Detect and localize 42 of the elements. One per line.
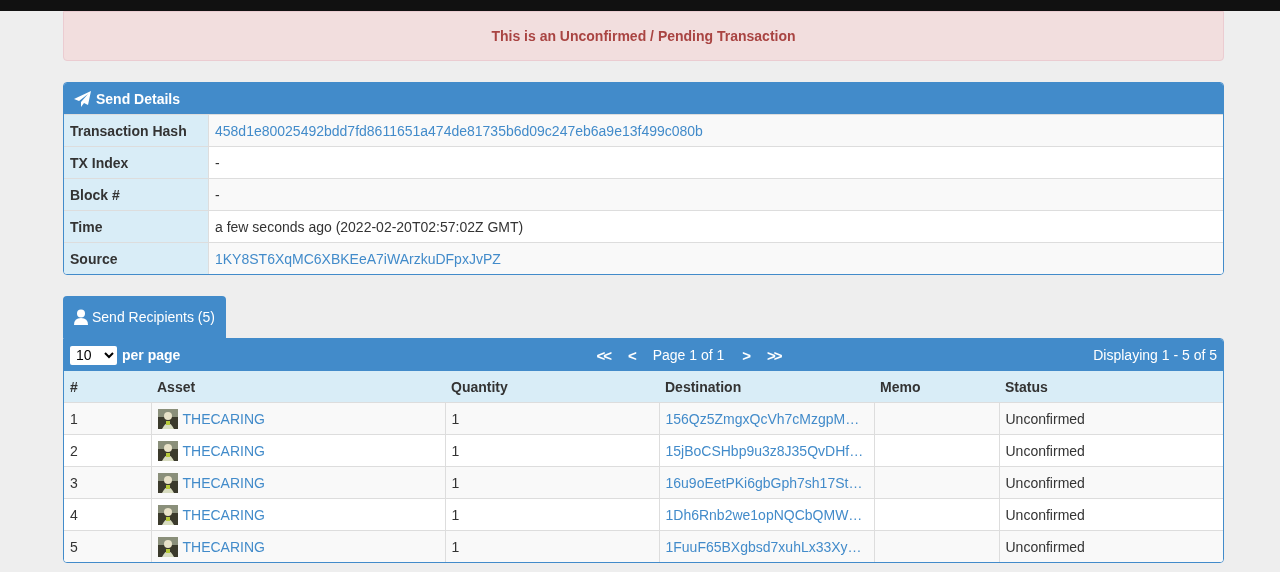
field-label: Source <box>64 242 209 274</box>
per-page-label: per page <box>122 347 181 363</box>
panel-title: Send Details <box>96 90 181 107</box>
destination-link[interactable]: 1Dh6Rnb2we1opNQCbQMW… <box>665 506 863 523</box>
table-cell: 1 <box>445 402 659 435</box>
column-header: Status <box>999 371 1223 403</box>
field-label: TX Index <box>64 146 209 179</box>
table-cell: 1 <box>445 530 659 562</box>
page-indicator: Page 1 of 1 <box>651 347 726 363</box>
destination-link[interactable]: 15jBoCSHbp9u3z8J35QvDHf… <box>665 442 864 459</box>
paper-plane-icon <box>74 90 92 107</box>
table-cell: Unconfirmed <box>999 530 1223 562</box>
field-link[interactable]: 1KY8ST6XqMC6XBKEeA7iWArzkuDFpxJvPZ <box>215 250 501 267</box>
user-icon <box>74 309 88 325</box>
column-header: Destination <box>659 371 874 403</box>
table-cell: Unconfirmed <box>999 466 1223 499</box>
table-cell: 1 <box>445 466 659 499</box>
column-header: # <box>64 371 151 403</box>
asset-link[interactable]: THECARING <box>182 474 265 491</box>
column-header: Memo <box>874 371 999 403</box>
field-value: - <box>208 178 1223 211</box>
alert-banner: This is an Unconfirmed / Pending Transaction <box>63 11 1224 61</box>
per-page-select[interactable]: 10 <box>70 345 117 365</box>
column-header: Asset <box>151 371 445 403</box>
next-page-button[interactable]: > <box>736 346 756 364</box>
field-label: Block # <box>64 178 209 211</box>
table-cell: 1 <box>64 402 151 435</box>
displaying-count: Displaying 1 - 5 of 5 <box>1092 347 1217 363</box>
recipients-tab[interactable]: Send Recipients (5) <box>63 296 226 338</box>
field-label: Time <box>64 210 209 243</box>
table-cell: 3 <box>64 466 151 499</box>
previous-page-button[interactable]: < <box>621 346 641 364</box>
asset-link[interactable]: THECARING <box>182 410 265 427</box>
asset-link[interactable]: THECARING <box>182 506 265 523</box>
first-page-button[interactable]: << <box>590 346 616 364</box>
asset-link[interactable]: THECARING <box>182 538 265 555</box>
table-cell: 5 <box>64 530 151 562</box>
last-page-button[interactable]: >> <box>761 346 787 364</box>
field-label: Transaction Hash <box>64 114 209 147</box>
table-cell: Unconfirmed <box>999 402 1223 435</box>
column-header: Quantity <box>445 371 659 403</box>
asset-link[interactable]: THECARING <box>182 442 265 459</box>
